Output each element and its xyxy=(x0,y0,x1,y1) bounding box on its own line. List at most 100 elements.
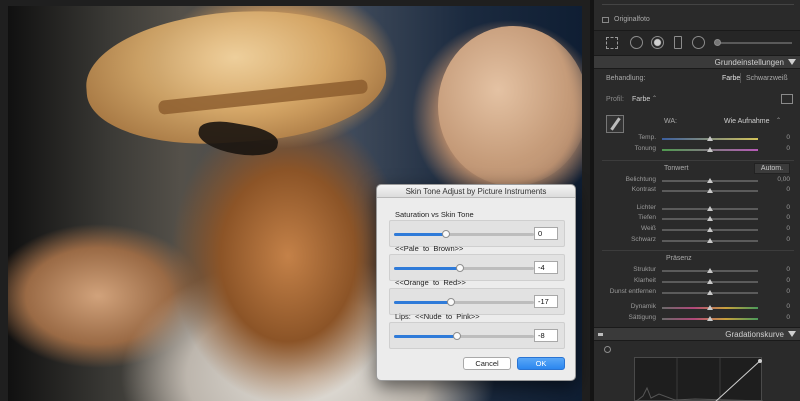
tone-curve-svg xyxy=(635,358,764,401)
value-saturation[interactable] xyxy=(534,227,558,240)
clarity-slider[interactable] xyxy=(662,279,758,284)
cancel-button[interactable]: Cancel xyxy=(463,357,511,370)
collapse-arrow-icon xyxy=(788,331,796,337)
auto-button[interactable]: Autom. xyxy=(754,163,790,174)
wb-select[interactable]: Wie Aufnahme xyxy=(724,118,770,125)
shadows-label: Tiefen xyxy=(638,214,656,221)
slider-thumb[interactable] xyxy=(707,238,713,243)
slider-thumb[interactable] xyxy=(447,298,456,306)
dehaze-slider[interactable] xyxy=(662,290,758,295)
vibrance-slider[interactable] xyxy=(662,305,758,310)
ok-button[interactable]: OK xyxy=(517,357,565,370)
dehaze-value: 0 xyxy=(786,288,790,295)
highlights-label: Lichter xyxy=(636,204,656,211)
profile-select[interactable]: Farbe xyxy=(632,96,650,103)
brush-slider-thumb[interactable] xyxy=(714,39,721,46)
profile-label: Profil: xyxy=(606,96,624,103)
profile-dropdown-icon[interactable]: ⌃ xyxy=(652,95,657,102)
slider-thumb[interactable] xyxy=(441,230,450,238)
slider-thumb[interactable] xyxy=(707,147,713,152)
spot-removal-icon[interactable] xyxy=(630,36,643,49)
slider-lips[interactable] xyxy=(394,332,534,340)
whites-label: Weiß xyxy=(640,225,656,232)
treatment-color-button[interactable]: Farbe xyxy=(722,75,740,82)
eyedropper-icon[interactable] xyxy=(606,115,624,133)
temp-slider[interactable] xyxy=(662,136,758,141)
red-eye-icon[interactable] xyxy=(651,36,664,49)
temp-label: Temp. xyxy=(638,134,656,141)
slider-label-saturation: Saturation vs Skin Tone xyxy=(395,210,474,219)
whites-value: 0 xyxy=(786,225,790,232)
slider-label-lips: Lips: <<Nude to Pink>> xyxy=(395,312,480,321)
value-pale-brown[interactable] xyxy=(534,261,558,274)
slider-orange-red[interactable] xyxy=(394,298,534,306)
slider-group-pale-brown xyxy=(389,254,565,281)
dehaze-label: Dunst entfernen xyxy=(609,288,656,295)
slider-fill xyxy=(394,267,460,270)
tone-curve-graph[interactable] xyxy=(634,357,764,401)
slider-thumb[interactable] xyxy=(707,305,713,310)
tint-slider[interactable] xyxy=(662,147,758,152)
slider-thumb[interactable] xyxy=(707,227,713,232)
slider-label-pale-brown: <<Pale to Brown>> xyxy=(395,244,464,253)
brush-slider[interactable] xyxy=(716,42,792,44)
slider-thumb[interactable] xyxy=(707,136,713,141)
crop-icon[interactable] xyxy=(606,37,618,49)
graduated-filter-icon[interactable] xyxy=(674,36,682,49)
blacks-value: 0 xyxy=(786,236,790,243)
presence-label: Präsenz xyxy=(666,255,692,262)
slider-thumb[interactable] xyxy=(455,264,464,272)
vibrance-value: 0 xyxy=(786,303,790,310)
whites-slider[interactable] xyxy=(662,227,758,232)
divider xyxy=(602,250,794,251)
slider-thumb[interactable] xyxy=(707,188,713,193)
slider-pale-brown[interactable] xyxy=(394,264,534,272)
target-adjust-icon[interactable] xyxy=(604,346,611,353)
slider-thumb[interactable] xyxy=(707,290,713,295)
slider-thumb[interactable] xyxy=(707,216,713,221)
slider-fill xyxy=(394,233,446,236)
slider-thumb[interactable] xyxy=(707,268,713,273)
slider-thumb[interactable] xyxy=(707,279,713,284)
wb-dropdown-icon[interactable]: ⌃ xyxy=(776,117,781,124)
basic-section-header[interactable]: Grundeinstellungen xyxy=(594,55,800,69)
contrast-label: Kontrast xyxy=(631,186,656,193)
skin-tone-dialog: Skin Tone Adjust by Picture Instruments … xyxy=(376,184,576,381)
section-toggle-icon[interactable] xyxy=(598,333,603,336)
curve-header-label: Gradationskurve xyxy=(725,330,784,339)
radial-filter-icon[interactable] xyxy=(692,36,705,49)
texture-label: Struktur xyxy=(633,266,656,273)
blacks-slider[interactable] xyxy=(662,238,758,243)
curve-section-header[interactable]: Gradationskurve xyxy=(594,327,800,341)
value-orange-red[interactable] xyxy=(534,295,558,308)
contrast-value: 0 xyxy=(786,186,790,193)
texture-slider[interactable] xyxy=(662,268,758,273)
slider-thumb[interactable] xyxy=(707,206,713,211)
profile-browser-icon[interactable] xyxy=(781,94,793,104)
value-lips[interactable] xyxy=(534,329,558,342)
develop-panel: Originalfoto Grundeinstellungen Behandlu… xyxy=(590,0,800,401)
folder-icon xyxy=(602,17,609,23)
tone-label: Tonwert xyxy=(664,165,689,172)
slider-thumb[interactable] xyxy=(707,316,713,321)
clarity-label: Klarheit xyxy=(633,277,656,284)
saturation-slider[interactable] xyxy=(662,316,758,321)
tint-label: Tonung xyxy=(634,145,656,152)
slider-saturation[interactable] xyxy=(394,230,534,238)
shadows-slider[interactable] xyxy=(662,216,758,221)
saturation-label: Sättigung xyxy=(628,314,656,321)
slider-label-orange-red: <<Orange to Red>> xyxy=(395,278,466,287)
divider xyxy=(602,4,794,5)
contrast-slider[interactable] xyxy=(662,188,758,193)
slider-group-orange-red xyxy=(389,288,565,315)
vibrance-label: Dynamik xyxy=(630,303,656,310)
treatment-bw-button[interactable]: Schwarzweiß xyxy=(746,75,788,82)
exposure-slider[interactable] xyxy=(662,178,758,183)
highlights-slider[interactable] xyxy=(662,206,758,211)
divider xyxy=(740,73,741,83)
slider-thumb[interactable] xyxy=(707,178,713,183)
exposure-label: Belichtung xyxy=(625,176,656,183)
divider xyxy=(602,160,794,161)
slider-thumb[interactable] xyxy=(453,332,461,340)
basic-header-label: Grundeinstellungen xyxy=(714,58,784,67)
